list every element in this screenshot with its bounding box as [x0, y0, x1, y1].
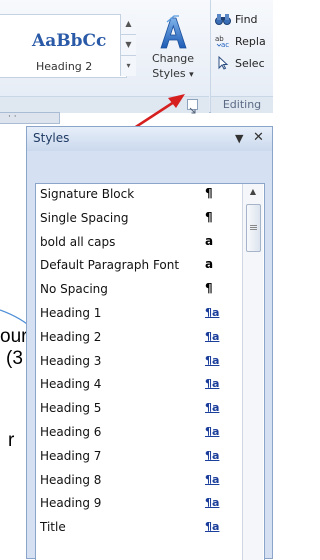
- style-list-item[interactable]: Heading 6 ¶a: [36, 422, 264, 446]
- editing-group-bar: Editing: [211, 96, 273, 113]
- linked-style-icon: ¶a: [205, 520, 220, 534]
- paragraph-mark-icon: ¶: [205, 209, 213, 224]
- style-list-rows: Signature Block ¶ Single Spacing ¶ bold all …: [36, 184, 264, 541]
- style-list-item[interactable]: Heading 4 ¶a: [36, 374, 264, 398]
- find-button[interactable]: Find: [215, 10, 258, 28]
- cursor-icon: [215, 55, 231, 70]
- change-styles-label-2-text: Styles: [152, 67, 186, 80]
- style-list-scrollbar[interactable]: ▲: [242, 184, 263, 560]
- style-name: Single Spacing: [40, 210, 129, 225]
- linked-style-icon: ¶a: [205, 377, 220, 391]
- style-name: Heading 3: [40, 353, 102, 368]
- change-styles-button[interactable]: Change Styles ▾: [142, 14, 204, 94]
- style-name: Default Paragraph Font: [40, 258, 180, 273]
- quick-styles-gallery[interactable]: AaBbCc Heading 2: [0, 14, 127, 78]
- editing-group-label: Editing: [222, 98, 262, 111]
- style-name: bold all caps: [40, 234, 116, 249]
- style-list-item[interactable]: Heading 9 ¶a: [36, 493, 264, 517]
- style-list-item[interactable]: Heading 3 ¶a: [36, 351, 264, 375]
- styles-pane-header: Styles ▼ ✕: [27, 127, 272, 151]
- style-name: Heading 6: [40, 424, 102, 439]
- style-list-item[interactable]: Title ¶a: [36, 517, 264, 541]
- paragraph-mark-icon: ¶: [205, 186, 213, 200]
- chevron-down-icon: ▾: [189, 70, 194, 80]
- find-label: Find: [235, 12, 258, 26]
- replace-button[interactable]: ab ac Repla: [215, 32, 266, 50]
- replace-label: Repla: [235, 34, 266, 48]
- style-name: Title: [40, 520, 66, 535]
- style-list-item[interactable]: bold all caps a: [36, 232, 264, 256]
- linked-style-icon: ¶a: [205, 401, 220, 415]
- style-name: Heading 5: [40, 401, 102, 416]
- styles-pane: Styles ▼ ✕ Signature Block ¶ Single Spacin…: [26, 126, 273, 560]
- gallery-more-button[interactable]: ▾: [121, 56, 136, 76]
- svg-text:ac: ac: [221, 41, 229, 48]
- linked-style-icon: ¶a: [205, 448, 220, 462]
- character-style-icon: a: [205, 257, 214, 272]
- style-name: Heading 8: [40, 472, 102, 487]
- style-name: Heading 4: [40, 377, 102, 392]
- change-styles-icon: [158, 14, 188, 50]
- ruler-stub: · ·: [0, 112, 60, 124]
- linked-style-icon: ¶a: [205, 353, 220, 367]
- style-list-item[interactable]: Heading 5 ¶a: [36, 398, 264, 422]
- style-list-item[interactable]: No Spacing ¶: [36, 279, 264, 303]
- style-list: Signature Block ¶ Single Spacing ¶ bold all …: [35, 183, 265, 560]
- scroll-thumb[interactable]: [246, 204, 261, 252]
- linked-style-icon: ¶a: [205, 496, 220, 510]
- select-label: Selec: [235, 56, 265, 70]
- character-style-icon: a: [205, 233, 214, 248]
- style-name: Heading 9: [40, 496, 102, 511]
- document-text-fragment-3: r: [8, 430, 15, 451]
- launcher-arrow-icon: [189, 107, 196, 114]
- styles-group-bar: [0, 96, 209, 113]
- style-list-item[interactable]: Heading 1 ¶a: [36, 303, 264, 327]
- styles-pane-title: Styles: [33, 131, 70, 145]
- document-text-fragment-2: (3: [6, 348, 23, 369]
- paragraph-mark-icon: ¶: [205, 281, 213, 296]
- style-name: Heading 7: [40, 448, 102, 463]
- scroll-up-button[interactable]: ▲: [243, 184, 263, 200]
- style-preview-name: Heading 2: [36, 60, 93, 73]
- linked-style-icon: ¶a: [205, 472, 220, 486]
- ribbon: AaBbCc Heading 2 ▲ ▼ ▾ Change Styles ▾ F…: [0, 0, 273, 114]
- binoculars-icon: [215, 12, 231, 26]
- styles-dialog-launcher[interactable]: [187, 99, 198, 114]
- style-name: No Spacing: [40, 282, 108, 297]
- change-styles-label-1: Change: [151, 52, 195, 65]
- style-list-item[interactable]: Single Spacing ¶: [36, 208, 264, 232]
- style-list-item[interactable]: Heading 2 ¶a: [36, 327, 264, 351]
- select-button[interactable]: Selec: [215, 54, 265, 72]
- gallery-scroll-controls: ▲ ▼ ▾: [120, 14, 136, 76]
- style-preview-text: AaBbCc: [32, 31, 107, 51]
- pane-options-dropdown-icon[interactable]: ▼: [235, 132, 243, 145]
- style-list-item[interactable]: Heading 8 ¶a: [36, 470, 264, 494]
- linked-style-icon: ¶a: [205, 329, 220, 343]
- document-text-fragment-1: our: [0, 326, 28, 347]
- linked-style-icon: ¶a: [205, 424, 220, 438]
- style-list-item[interactable]: Heading 7 ¶a: [36, 446, 264, 470]
- linked-style-icon: ¶a: [205, 305, 220, 319]
- style-name: Signature Block: [40, 187, 135, 201]
- style-list-item[interactable]: Default Paragraph Font a: [36, 255, 264, 279]
- style-name: Heading 1: [40, 305, 102, 320]
- replace-icon: ab ac: [215, 34, 231, 49]
- style-list-item[interactable]: Signature Block ¶: [36, 184, 264, 208]
- close-icon[interactable]: ✕: [253, 130, 264, 145]
- gallery-scroll-up-button[interactable]: ▲: [121, 14, 136, 35]
- style-name: Heading 2: [40, 329, 102, 344]
- change-styles-label-2: Styles ▾: [142, 67, 204, 82]
- gallery-scroll-down-button[interactable]: ▼: [121, 35, 136, 56]
